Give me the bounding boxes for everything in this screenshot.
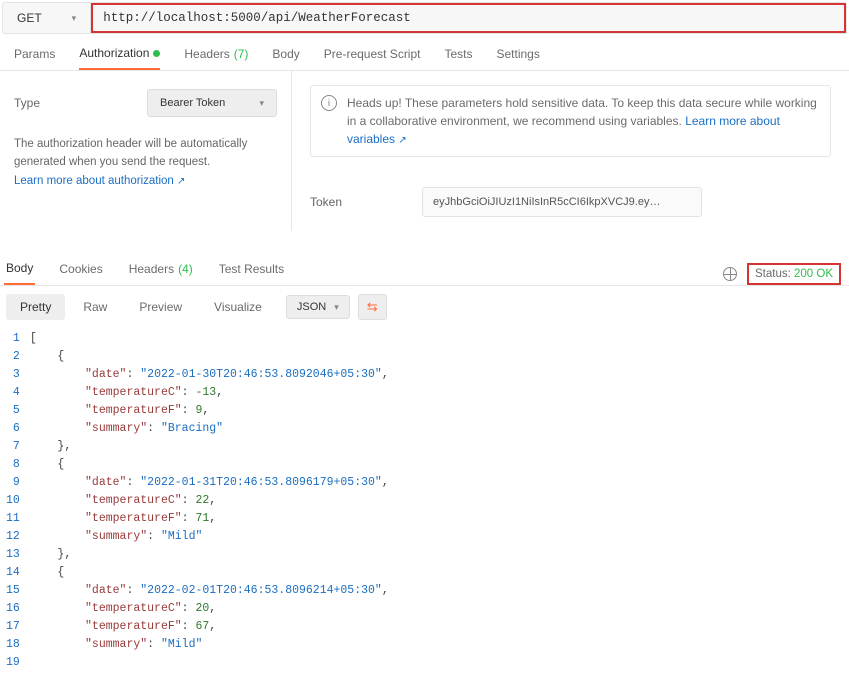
- globe-icon[interactable]: [723, 267, 737, 281]
- auth-right-column: i Heads up! These parameters hold sensit…: [292, 71, 849, 231]
- info-icon: i: [321, 95, 337, 111]
- resp-tab-body[interactable]: Body: [4, 255, 35, 285]
- response-body: 12345678910111213141516171819 [ { "date"…: [0, 328, 849, 682]
- auth-type-value: Bearer Token: [160, 97, 225, 109]
- resp-tab-headers-count: (4): [178, 262, 193, 276]
- view-visualize-button[interactable]: Visualize: [200, 294, 276, 320]
- auth-active-dot-icon: [153, 50, 160, 57]
- external-link-icon: ↗: [177, 176, 185, 187]
- external-link-icon: ↗: [398, 135, 406, 146]
- method-select[interactable]: GET ▾: [3, 3, 91, 33]
- tab-headers-label: Headers: [184, 47, 229, 61]
- tab-authorization-label: Authorization: [79, 46, 149, 60]
- tab-prerequest[interactable]: Pre-request Script: [324, 46, 421, 70]
- view-pretty-button[interactable]: Pretty: [6, 294, 65, 320]
- chevron-down-icon: ▾: [334, 302, 339, 313]
- auth-type-row: Type Bearer Token ▾: [14, 89, 277, 117]
- token-row: Token eyJhbGciOiJIUzI1NiIsInR5cCI6IkpXVC…: [310, 187, 831, 217]
- status-badge: Status: 200 OK: [747, 263, 841, 285]
- resp-tab-headers[interactable]: Headers (4): [127, 255, 195, 285]
- sensitive-data-banner: i Heads up! These parameters hold sensit…: [310, 85, 831, 157]
- learn-more-auth-link[interactable]: Learn more about authorization ↗: [14, 175, 185, 187]
- method-value: GET: [17, 11, 42, 25]
- auth-note-text: The authorization header will be automat…: [14, 138, 247, 168]
- auth-type-select[interactable]: Bearer Token ▾: [147, 89, 277, 117]
- view-raw-button[interactable]: Raw: [69, 294, 121, 320]
- wrap-lines-button[interactable]: ⇆: [358, 294, 387, 320]
- format-value: JSON: [297, 301, 326, 313]
- token-label: Token: [310, 195, 342, 209]
- request-bar: GET ▾: [2, 2, 847, 34]
- status-label: Status:: [755, 268, 791, 280]
- tab-body[interactable]: Body: [272, 46, 299, 70]
- tab-settings[interactable]: Settings: [497, 46, 540, 70]
- view-preview-button[interactable]: Preview: [125, 294, 196, 320]
- url-input[interactable]: [91, 3, 846, 33]
- request-tabs: Params Authorization Headers (7) Body Pr…: [0, 36, 849, 71]
- tab-tests[interactable]: Tests: [444, 46, 472, 70]
- learn-more-auth-text: Learn more about authorization: [14, 175, 174, 187]
- response-meta: Status: 200 OK: [723, 263, 841, 285]
- status-value: 200 OK: [794, 268, 833, 280]
- auth-left-column: Type Bearer Token ▾ The authorization he…: [0, 71, 292, 231]
- code-content[interactable]: [ { "date": "2022-01-30T20:46:53.8092046…: [30, 330, 389, 672]
- tab-headers[interactable]: Headers (7): [184, 46, 248, 70]
- resp-tab-cookies[interactable]: Cookies: [57, 255, 104, 285]
- tab-params[interactable]: Params: [14, 46, 55, 70]
- auth-panel: Type Bearer Token ▾ The authorization he…: [0, 71, 849, 231]
- response-bar: Body Cookies Headers (4) Test Results St…: [0, 251, 849, 286]
- response-tabs: Body Cookies Headers (4) Test Results: [4, 255, 286, 285]
- chevron-down-icon: ▾: [259, 98, 264, 109]
- tab-headers-count: (7): [234, 47, 249, 61]
- resp-tab-tests[interactable]: Test Results: [217, 255, 286, 285]
- auth-note: The authorization header will be automat…: [14, 135, 277, 190]
- line-gutter: 12345678910111213141516171819: [0, 330, 30, 672]
- view-toolbar: Pretty Raw Preview Visualize JSON ▾ ⇆: [0, 286, 849, 328]
- tab-authorization[interactable]: Authorization: [79, 46, 160, 70]
- banner-text: Heads up! These parameters hold sensitiv…: [347, 94, 820, 148]
- chevron-down-icon: ▾: [72, 13, 77, 24]
- token-input[interactable]: eyJhbGciOiJIUzI1NiIsInR5cCI6IkpXVCJ9.ey…: [422, 187, 702, 217]
- format-select[interactable]: JSON ▾: [286, 295, 350, 319]
- resp-tab-headers-label: Headers: [129, 262, 174, 276]
- auth-type-label: Type: [14, 96, 40, 110]
